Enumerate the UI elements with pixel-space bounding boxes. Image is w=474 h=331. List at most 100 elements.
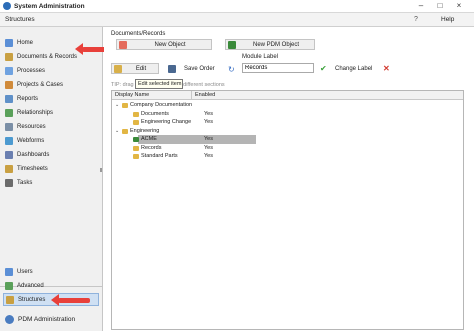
row-enabled-value: Yes xyxy=(204,136,213,142)
save-icon xyxy=(168,65,176,73)
structures-icon xyxy=(6,295,14,304)
maximize-button[interactable]: □ xyxy=(433,1,447,11)
dashboards-icon xyxy=(5,150,13,159)
structures-breadcrumb: Structures xyxy=(5,16,35,23)
home-icon xyxy=(5,38,13,47)
new-object-icon xyxy=(119,40,127,49)
expand-toggle-icon[interactable]: ⌄ xyxy=(115,128,119,134)
new-pdm-object-icon xyxy=(228,40,236,49)
row-display-name: Engineering Change xyxy=(141,119,192,125)
column-separator[interactable] xyxy=(191,91,192,100)
sidebar-item-label: Reports xyxy=(17,95,39,102)
sidebar-item-projects-cases[interactable]: Projects & Cases xyxy=(3,78,99,91)
sidebar-item-label: Resources xyxy=(17,123,46,130)
relationships-icon xyxy=(5,108,13,117)
sidebar-scroll-grip[interactable] xyxy=(100,168,102,172)
sidebar-item-users[interactable]: Users xyxy=(3,265,99,278)
tree-row[interactable]: Engineering Change Yes xyxy=(112,119,463,127)
row-display-name: Records xyxy=(141,144,162,151)
tree-row[interactable]: Standard Parts Yes xyxy=(112,153,463,161)
column-enabled[interactable]: Enabled xyxy=(195,92,215,98)
webforms-icon xyxy=(5,136,13,145)
tree-row[interactable]: ⌄ Company Documentation xyxy=(112,102,463,110)
sidebar-item-dashboards[interactable]: Dashboards xyxy=(3,148,99,161)
annotation-arrow-structures xyxy=(51,294,90,306)
structure-grid: Display Name Enabled ⌄ Company Documentat… xyxy=(111,90,464,330)
pdm-globe-icon xyxy=(5,314,14,324)
apply-check-icon[interactable]: ✔ xyxy=(320,64,327,73)
refresh-icon[interactable]: ↻ xyxy=(228,65,235,74)
main-panel: Documents/Records New Object New PDM Obj… xyxy=(104,27,474,331)
row-enabled-value: Yes xyxy=(204,144,213,151)
column-display-name[interactable]: Display Name xyxy=(115,92,149,98)
folder-icon xyxy=(122,128,128,134)
change-label-button[interactable]: Change Label xyxy=(335,66,372,72)
help-link[interactable]: Help xyxy=(441,16,454,23)
tooltip: Edit selected item xyxy=(135,79,183,89)
cancel-x-icon[interactable]: ✕ xyxy=(383,64,390,73)
module-label-caption: Module Label xyxy=(242,54,279,60)
footer-title: PDM Administration xyxy=(18,315,76,323)
sidebar-item-label: Tasks xyxy=(17,179,33,186)
close-button[interactable]: × xyxy=(452,1,466,11)
row-display-name: Standard Parts xyxy=(141,153,178,159)
new-pdm-object-button[interactable]: New PDM Object xyxy=(225,39,315,50)
advanced-icon xyxy=(5,281,13,290)
sidebar-item-advanced[interactable]: Advanced xyxy=(3,279,99,292)
new-object-button[interactable]: New Object xyxy=(116,39,212,50)
menu-bar: Structures ? Help xyxy=(0,13,474,27)
projects-icon xyxy=(5,80,13,89)
pdm-administration-title: PDM Administration xyxy=(3,312,103,326)
sidebar: Home Documents & Records Processes Projects… xyxy=(0,27,103,331)
documents-icon xyxy=(5,52,13,61)
folder-icon xyxy=(133,154,139,159)
row-enabled-value: Yes xyxy=(204,119,213,125)
sidebar-item-tasks[interactable]: Tasks xyxy=(3,176,99,189)
timesheets-icon xyxy=(5,164,13,173)
sidebar-item-label: Webforms xyxy=(17,137,45,144)
resources-icon xyxy=(5,122,13,131)
help-icon[interactable]: ? xyxy=(414,16,418,23)
folder-icon xyxy=(133,145,139,151)
sidebar-item-label: Home xyxy=(17,39,34,46)
tree-row[interactable]: ACME Yes xyxy=(112,135,463,144)
title-bar: System Administration – □ × xyxy=(0,0,474,13)
row-display-name: Company Documentation xyxy=(130,102,193,108)
edit-button[interactable]: Edit xyxy=(111,63,159,74)
section-title: Documents/Records xyxy=(111,31,166,37)
sidebar-item-reports[interactable]: Reports xyxy=(3,92,99,105)
tree-row[interactable]: Records Yes xyxy=(112,145,463,153)
sidebar-item-label: Dashboards xyxy=(17,151,50,158)
expand-toggle-icon[interactable]: ⌄ xyxy=(115,102,119,108)
users-icon xyxy=(5,267,13,276)
pdm-object-icon xyxy=(133,137,139,142)
sidebar-item-resources[interactable]: Resources xyxy=(3,120,99,133)
sidebar-item-timesheets[interactable]: Timesheets xyxy=(3,162,99,175)
row-enabled-value: Yes xyxy=(204,153,213,159)
sidebar-item-webforms[interactable]: Webforms xyxy=(3,134,99,147)
folder-icon xyxy=(122,103,128,108)
sidebar-item-label: Processes xyxy=(17,67,46,74)
tree-row[interactable]: Documents Yes xyxy=(112,111,463,119)
processes-icon xyxy=(5,66,13,75)
sidebar-item-relationships[interactable]: Relationships xyxy=(3,106,99,119)
sidebar-item-processes[interactable]: Processes xyxy=(3,64,99,77)
sidebar-item-label: Documents & Records xyxy=(17,53,78,60)
save-order-button[interactable]: Save Order xyxy=(184,66,215,72)
row-display-name: Engineering xyxy=(130,127,160,134)
sidebar-item-label: Structures xyxy=(18,296,46,303)
sidebar-item-label: Users xyxy=(17,268,33,275)
folder-icon xyxy=(133,120,139,125)
row-display-name: ACME xyxy=(141,136,157,142)
pencil-icon xyxy=(114,64,122,73)
folder-icon xyxy=(133,111,139,117)
sidebar-item-label: Projects & Cases xyxy=(17,81,64,88)
sidebar-item-label: Advanced xyxy=(17,282,44,289)
grid-header: Display Name Enabled xyxy=(112,91,463,100)
window-title: System Administration xyxy=(14,3,85,10)
module-label-input[interactable] xyxy=(242,63,314,73)
row-enabled-value: Yes xyxy=(204,110,213,117)
tasks-icon xyxy=(5,178,13,187)
sidebar-item-label: Timesheets xyxy=(17,165,48,172)
minimize-button[interactable]: – xyxy=(414,1,428,11)
